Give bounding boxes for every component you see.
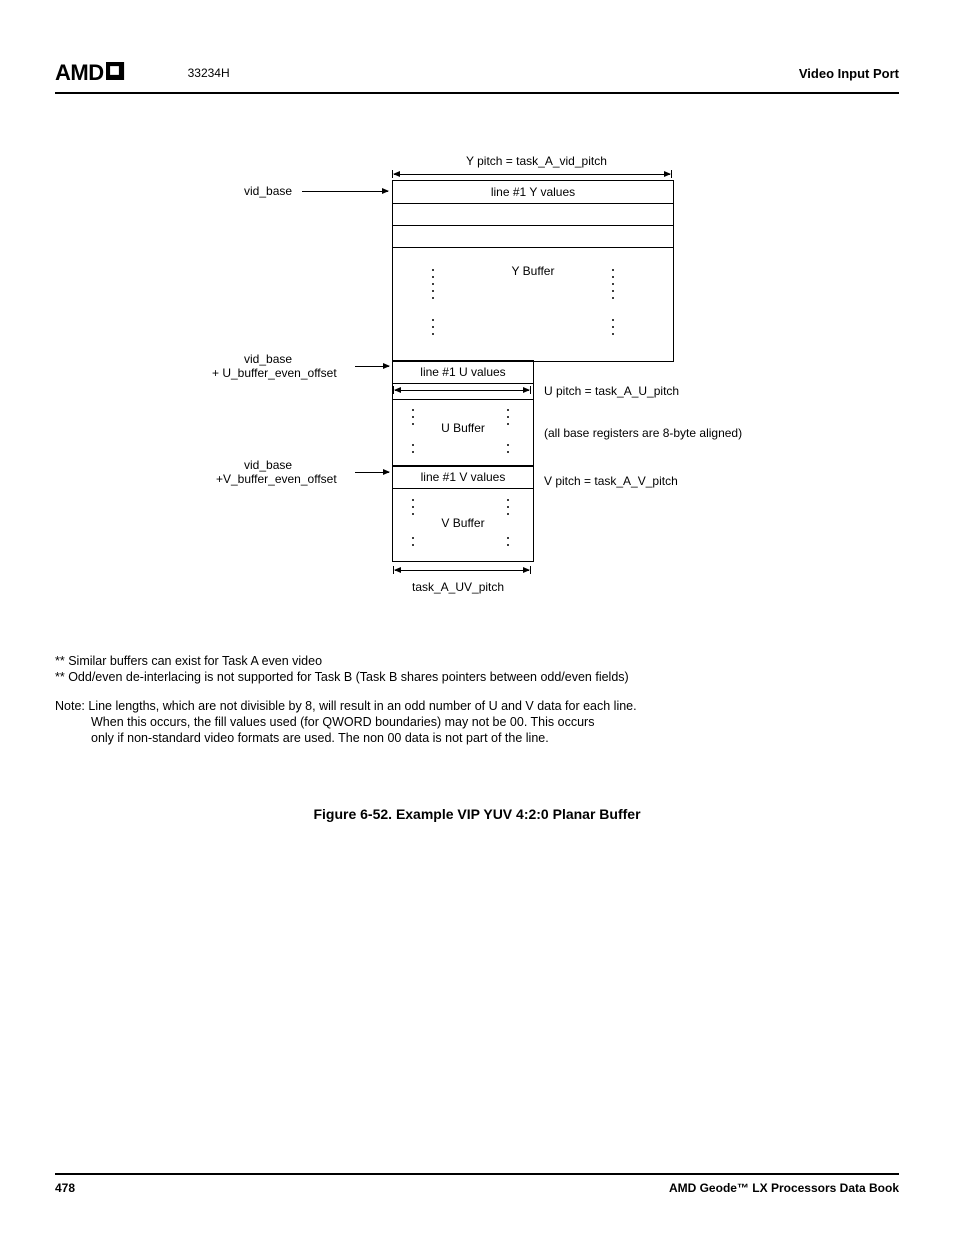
y-buffer-box: line #1 Y values Y Buffer <box>392 180 674 362</box>
note-star2: ** Odd/even de-interlacing is not suppor… <box>55 670 899 686</box>
vid-base-v-l1: vid_base <box>244 458 292 472</box>
note-line3: only if non-standard video formats are u… <box>91 731 899 747</box>
note-line1: Line lengths, which are not divisible by… <box>88 699 636 713</box>
v-pitch-label: V pitch = task_A_V_pitch <box>544 474 678 488</box>
y-line1: line #1 Y values <box>491 185 575 199</box>
vid-base-u-arrow <box>355 366 389 367</box>
page-footer: 478 AMD Geode™ LX Processors Data Book <box>55 1173 899 1195</box>
logo-text: AMD <box>55 60 104 86</box>
u-pitch-label: U pitch = task_A_U_pitch <box>544 384 679 398</box>
y-buffer-label: Y Buffer <box>393 264 673 278</box>
note-line2: When this occurs, the fill values used (… <box>91 715 899 731</box>
u-line1: line #1 U values <box>420 365 505 379</box>
amd-arrow-icon <box>106 60 128 86</box>
page-number: 478 <box>55 1181 75 1195</box>
u-buffer-label: U Buffer <box>393 421 533 435</box>
vid-base-label: vid_base <box>244 184 292 198</box>
vid-base-v-l2: +V_buffer_even_offset <box>216 472 337 486</box>
buffer-diagram: Y pitch = task_A_vid_pitch vid_base line… <box>112 154 842 594</box>
uv-pitch-arrow <box>395 570 529 571</box>
section-title: Video Input Port <box>799 66 899 81</box>
v-line1: line #1 V values <box>421 470 506 484</box>
page-header: AMD 33234H Video Input Port <box>55 60 899 94</box>
doc-number: 33234H <box>188 66 230 80</box>
note-label: Note: <box>55 699 85 713</box>
vid-base-u-l1: vid_base <box>244 352 292 366</box>
notes-block: ** Similar buffers can exist for Task A … <box>55 654 899 746</box>
vid-base-arrow <box>302 191 388 192</box>
u-pitch-arrow <box>395 390 529 391</box>
figure-caption: Figure 6-52. Example VIP YUV 4:2:0 Plana… <box>55 806 899 822</box>
uv-pitch-label: task_A_UV_pitch <box>412 580 504 594</box>
footer-book-title: AMD Geode™ LX Processors Data Book <box>669 1181 899 1195</box>
note-star1: ** Similar buffers can exist for Task A … <box>55 654 899 670</box>
vid-base-v-arrow <box>355 472 389 473</box>
amd-logo: AMD <box>55 60 128 86</box>
v-buffer-label: V Buffer <box>393 516 533 530</box>
y-pitch-arrow <box>394 174 670 175</box>
align-note: (all base registers are 8-byte aligned) <box>544 426 742 440</box>
vid-base-u-l2: + U_buffer_even_offset <box>212 366 337 380</box>
y-pitch-label: Y pitch = task_A_vid_pitch <box>466 154 607 168</box>
